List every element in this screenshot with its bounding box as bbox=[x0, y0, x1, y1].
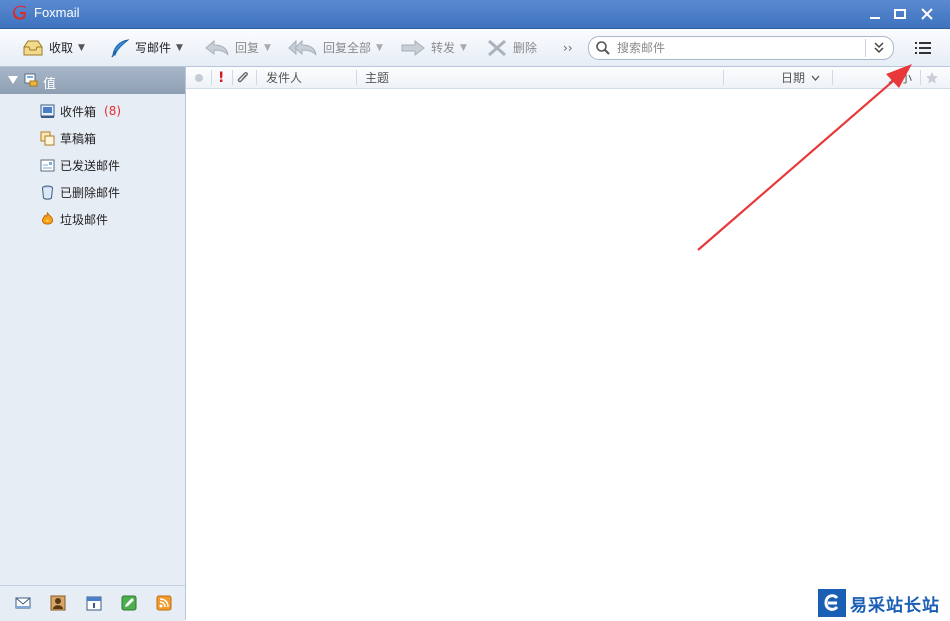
chevron-down-icon[interactable]: ▼ bbox=[78, 43, 85, 53]
sent-icon bbox=[40, 159, 55, 171]
date-column[interactable]: 日期 bbox=[781, 67, 820, 88]
search-box bbox=[588, 36, 894, 60]
read-status-column[interactable] bbox=[194, 67, 204, 88]
reply-button[interactable]: 回复 ▼ bbox=[204, 29, 271, 66]
folder-drafts[interactable]: 草稿箱 bbox=[40, 128, 96, 148]
drafts-icon bbox=[40, 131, 55, 145]
column-divider[interactable] bbox=[232, 70, 233, 85]
chevron-down-icon[interactable]: ▼ bbox=[264, 43, 271, 53]
contacts-icon[interactable] bbox=[50, 595, 66, 611]
column-divider[interactable] bbox=[211, 70, 212, 85]
site-logo-icon bbox=[818, 589, 846, 617]
close-icon[interactable] bbox=[918, 6, 936, 22]
double-chevron-down-icon[interactable] bbox=[869, 40, 889, 56]
delete-button[interactable]: 删除 bbox=[486, 29, 537, 66]
more-tools-button[interactable]: ›› bbox=[563, 29, 573, 66]
column-divider[interactable] bbox=[920, 70, 921, 85]
window-title: Foxmail bbox=[34, 5, 80, 20]
rss-icon[interactable] bbox=[156, 595, 172, 611]
column-divider[interactable] bbox=[256, 70, 257, 85]
flag-column[interactable] bbox=[925, 67, 939, 88]
receive-button[interactable]: 收取 ▼ bbox=[22, 29, 85, 66]
forward-button[interactable]: 转发 ▼ bbox=[400, 29, 467, 66]
account-name: 值 bbox=[43, 77, 57, 92]
watermark-text: 易采站长站 bbox=[850, 595, 940, 616]
important-column[interactable]: ! bbox=[218, 67, 224, 88]
notes-icon[interactable] bbox=[121, 595, 137, 611]
unread-count: (8) bbox=[104, 104, 122, 118]
foxmail-logo-icon bbox=[13, 5, 26, 20]
folder-inbox[interactable]: 收件箱 (8) bbox=[40, 101, 121, 121]
title-bar: Foxmail bbox=[0, 0, 950, 29]
search-icon[interactable] bbox=[595, 40, 611, 56]
sidebar-bottom-bar bbox=[0, 585, 185, 621]
chevron-down-icon[interactable]: ▼ bbox=[176, 43, 183, 53]
delete-x-icon bbox=[488, 39, 506, 56]
sort-chevron-down-icon bbox=[811, 75, 820, 81]
feather-pen-icon bbox=[111, 38, 130, 57]
size-column[interactable]: 大小 bbox=[888, 67, 912, 88]
watermark: 易采站长站 bbox=[816, 586, 950, 620]
column-divider[interactable] bbox=[832, 70, 833, 85]
main-menu-icon[interactable] bbox=[913, 39, 933, 57]
inbox-tray-icon bbox=[23, 40, 43, 55]
minimize-icon[interactable] bbox=[866, 6, 884, 22]
column-divider[interactable] bbox=[356, 70, 357, 85]
mail-list[interactable] bbox=[186, 89, 950, 620]
attachment-column[interactable] bbox=[236, 67, 250, 88]
search-divider bbox=[865, 39, 866, 57]
reply-all-button[interactable]: 回复全部 ▼ bbox=[288, 29, 383, 66]
column-divider[interactable] bbox=[723, 70, 724, 85]
reply-all-arrow-icon bbox=[288, 39, 317, 55]
folder-sent[interactable]: 已发送邮件 bbox=[40, 155, 120, 175]
collapse-triangle-icon[interactable] bbox=[8, 75, 18, 85]
junk-icon bbox=[41, 211, 54, 224]
forward-arrow-icon bbox=[401, 39, 425, 56]
trash-icon bbox=[42, 185, 53, 200]
read-dot-icon bbox=[195, 73, 203, 82]
folder-junk[interactable]: 垃圾邮件 bbox=[40, 209, 108, 229]
folder-trash[interactable]: 已删除邮件 bbox=[40, 182, 120, 202]
chevron-down-icon[interactable]: ▼ bbox=[376, 43, 383, 53]
compose-button[interactable]: 写邮件 ▼ bbox=[110, 29, 183, 66]
reply-arrow-icon bbox=[205, 39, 229, 55]
inbox-icon bbox=[40, 104, 55, 118]
sender-column[interactable]: 发件人 bbox=[266, 67, 302, 88]
subject-column[interactable]: 主题 bbox=[365, 67, 389, 88]
calendar-icon[interactable] bbox=[86, 595, 102, 611]
sidebar: 值 收件箱 (8) 草稿箱 已发送邮件 已删除邮件 垃圾邮件 bbox=[0, 67, 186, 621]
paperclip-icon bbox=[237, 71, 248, 82]
star-icon bbox=[926, 71, 938, 83]
mail-icon[interactable] bbox=[15, 595, 31, 611]
search-input[interactable] bbox=[615, 39, 859, 57]
mail-list-header: ! 发件人 主题 日期 大小 bbox=[186, 67, 950, 89]
chevron-down-icon[interactable]: ▼ bbox=[460, 43, 467, 53]
account-header[interactable]: 值 bbox=[0, 67, 185, 94]
account-icon bbox=[24, 73, 38, 87]
maximize-icon[interactable] bbox=[891, 6, 909, 22]
